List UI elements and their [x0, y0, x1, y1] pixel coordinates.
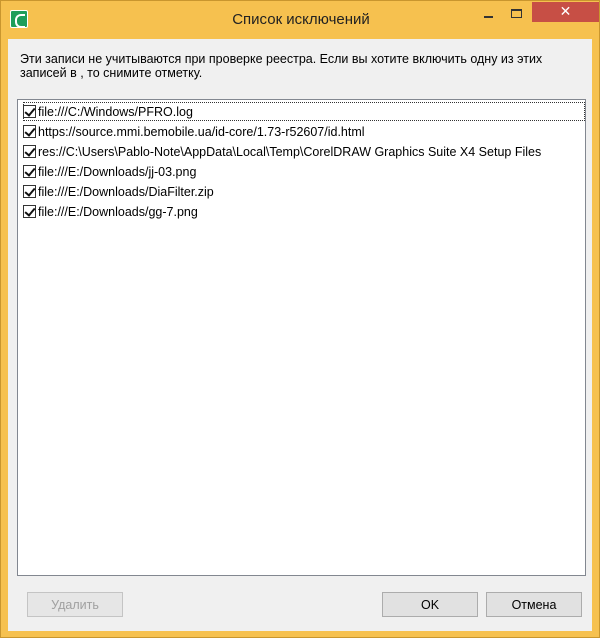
item-label: https://source.mmi.bemobile.ua/id-core/1… [38, 124, 365, 139]
list-item[interactable]: res://C:\Users\Pablo-Note\AppData\Local\… [23, 142, 585, 161]
list-item[interactable]: file:///E:/Downloads/DiaFilter.zip [23, 182, 585, 201]
title-bar[interactable]: Список исключений ✕ [1, 1, 599, 39]
maximize-icon [510, 8, 522, 18]
item-checkbox[interactable] [23, 205, 36, 218]
list-item[interactable]: https://source.mmi.bemobile.ua/id-core/1… [23, 122, 585, 141]
maximize-button[interactable] [502, 2, 530, 24]
exclusion-list[interactable]: file:///C:/Windows/PFRO.log https://sour… [17, 99, 586, 576]
cancel-button[interactable]: Отмена [486, 592, 582, 617]
item-checkbox[interactable] [23, 105, 36, 118]
list-item[interactable]: file:///C:/Windows/PFRO.log [23, 102, 585, 121]
item-checkbox[interactable] [23, 185, 36, 198]
item-label: res://C:\Users\Pablo-Note\AppData\Local\… [38, 144, 542, 159]
minimize-icon [483, 16, 493, 18]
ok-button[interactable]: OK [382, 592, 478, 617]
item-label: file:///E:/Downloads/jj-03.png [38, 164, 197, 179]
close-icon: ✕ [559, 4, 572, 20]
item-label: file:///E:/Downloads/gg-7.png [38, 204, 198, 219]
minimize-button[interactable] [474, 2, 502, 24]
item-checkbox[interactable] [23, 145, 36, 158]
list-item[interactable]: file:///E:/Downloads/gg-7.png [23, 202, 585, 221]
description-text: Эти записи не учитываются при проверке р… [20, 52, 543, 80]
item-checkbox[interactable] [23, 165, 36, 178]
item-label: file:///C:/Windows/PFRO.log [38, 104, 193, 119]
close-button[interactable]: ✕ [532, 2, 599, 22]
list-item[interactable]: file:///E:/Downloads/jj-03.png [23, 162, 585, 181]
dialog-window: Список исключений ✕ Эти записи не учитыв… [0, 0, 600, 638]
item-checkbox[interactable] [23, 125, 36, 138]
item-label: file:///E:/Downloads/DiaFilter.zip [38, 184, 214, 199]
dialog-client-area: Эти записи не учитываются при проверке р… [8, 39, 592, 631]
delete-button[interactable]: Удалить [27, 592, 123, 617]
